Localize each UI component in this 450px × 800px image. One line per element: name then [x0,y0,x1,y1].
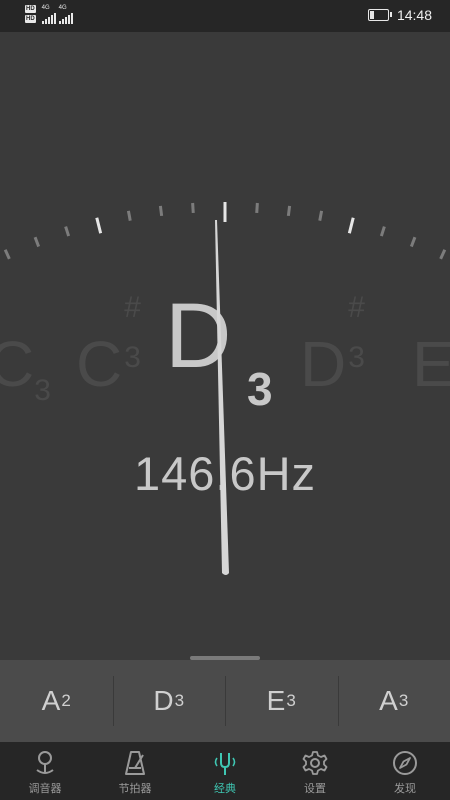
string-button-d3[interactable]: D3 [112,660,226,742]
network-type: 4G [41,5,50,11]
status-bar: HD HD 4G 4G 14:48 [0,0,450,32]
tab-tuner[interactable]: 调音器 [0,742,90,800]
tab-label: 发现 [394,783,416,795]
hd-badge: HD [25,5,36,13]
metronome-icon [125,751,145,775]
string-selector: A2 D3 E3 A3 [0,660,450,742]
tuning-needle [215,220,229,575]
tab-classic[interactable]: 经典 [180,742,270,800]
signal-icon: 4G 4G [41,5,73,24]
battery-icon [367,9,392,21]
tab-label: 节拍器 [118,783,152,795]
tab-metronome[interactable]: 节拍器 [90,742,180,800]
tab-label: 经典 [214,783,236,795]
tab-label: 调音器 [28,783,62,795]
hd-badges: HD HD [25,5,36,23]
string-button-e3[interactable]: E3 [225,660,338,742]
clock: 14:48 [396,7,432,23]
compass-icon [393,751,417,775]
tuner-display: C3 C#3 D#3 E D 3 146.6Hz [0,32,450,660]
string-button-a3[interactable]: A3 [337,660,450,742]
string-button-a2[interactable]: A2 [0,660,113,742]
tuning-fork-icon [214,753,236,775]
tab-label: 设置 [304,783,326,795]
bottom-tab-bar: 调音器 节拍器 经典 设置 发现 [0,742,450,800]
tab-discover[interactable]: 发现 [360,742,450,800]
gear-icon [302,751,328,775]
network-type: 4G [58,5,67,11]
hd-badge: HD [25,15,36,23]
needle-shaft [215,220,229,575]
tab-settings[interactable]: 设置 [270,742,360,800]
location-pin-icon [36,751,54,774]
